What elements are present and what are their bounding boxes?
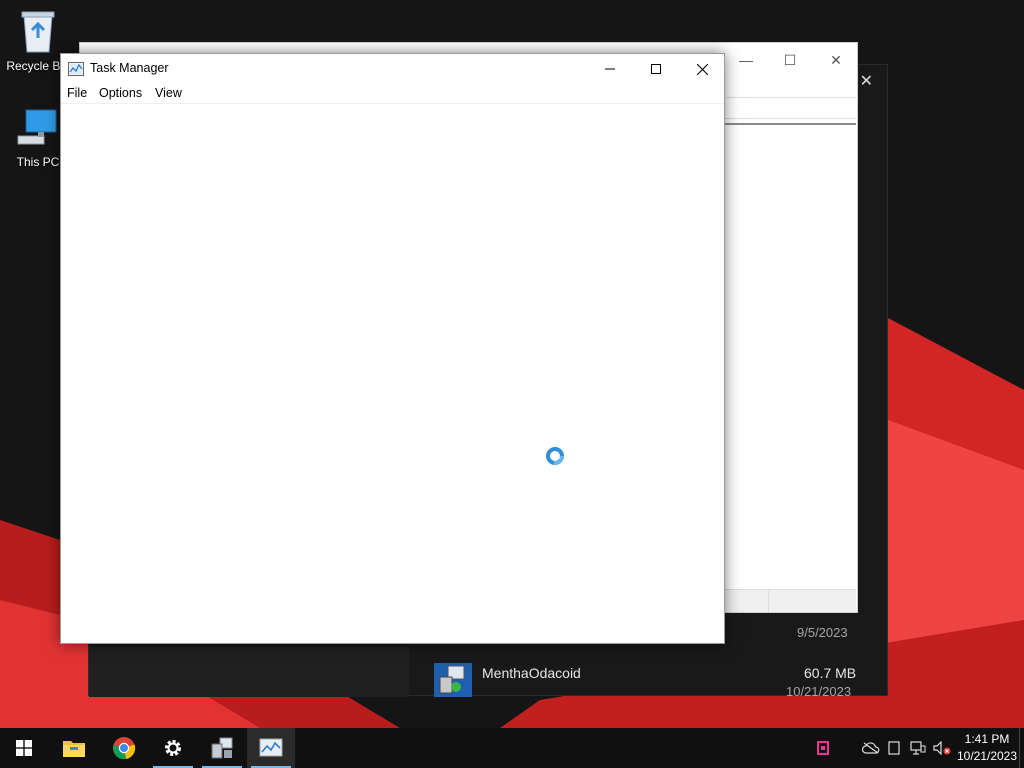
- taskbar-network-installer[interactable]: [198, 728, 246, 768]
- chrome-icon: [113, 737, 136, 760]
- close-icon: [696, 63, 708, 75]
- clock-date: 10/21/2023: [956, 749, 1018, 763]
- computer-icon: [17, 109, 57, 145]
- network-installer-icon: [211, 737, 233, 759]
- menu-options[interactable]: Options: [99, 86, 142, 100]
- close-button[interactable]: [679, 54, 725, 84]
- tray-network[interactable]: [906, 728, 930, 768]
- taskbar-settings[interactable]: [149, 728, 197, 768]
- tray-device[interactable]: [884, 728, 904, 768]
- file-explorer-icon: [63, 741, 85, 757]
- status-bar: [724, 589, 856, 612]
- app-tray-icon: [817, 741, 829, 755]
- installer-file-icon: [434, 663, 472, 697]
- taskbar-file-explorer[interactable]: [50, 728, 98, 768]
- clock-time: 1:41 PM: [964, 732, 1010, 746]
- file-date: 10/21/2023: [786, 684, 852, 699]
- window-title: Task Manager: [90, 61, 169, 75]
- taskbar-chrome[interactable]: [100, 728, 148, 768]
- taskbar-clock[interactable]: 1:41 PM 10/21/2023: [952, 731, 1022, 765]
- close-button[interactable]: ✕: [814, 47, 858, 73]
- tray-app[interactable]: [812, 728, 834, 768]
- maximize-button[interactable]: ☐: [768, 47, 812, 73]
- column-header-divider: [724, 123, 856, 125]
- tray-network-offline[interactable]: [860, 728, 882, 768]
- loading-spinner-icon: [546, 447, 564, 465]
- file-name[interactable]: MenthaOdacoid: [482, 665, 581, 681]
- status-divider: [768, 590, 769, 612]
- minimize-button[interactable]: [587, 54, 633, 84]
- menu-view[interactable]: View: [155, 86, 182, 100]
- task-manager-window[interactable]: Task Manager File Options View: [60, 53, 725, 644]
- title-bar[interactable]: Task Manager: [61, 54, 724, 84]
- file-size: 60.7 MB: [804, 665, 857, 681]
- minimize-button[interactable]: —: [724, 47, 768, 73]
- tablet-icon: [888, 741, 900, 755]
- taskbar: 1:41 PM 10/21/2023: [0, 728, 1024, 768]
- settings-icon: [165, 740, 181, 756]
- navigation-pane: [89, 647, 409, 697]
- taskbar-task-manager[interactable]: [247, 728, 295, 768]
- minimize-icon: [605, 68, 615, 70]
- network-icon: [910, 741, 926, 755]
- address-bar[interactable]: [724, 97, 858, 119]
- start-button[interactable]: [0, 728, 48, 768]
- cloud-offline-icon: [862, 742, 880, 754]
- menu-bar: File Options View: [61, 84, 724, 104]
- maximize-button[interactable]: [633, 54, 679, 84]
- recycle-bin-icon: [21, 11, 55, 53]
- file-date: 9/5/2023: [797, 625, 848, 640]
- menu-file[interactable]: File: [67, 86, 87, 100]
- task-manager-icon: [68, 62, 84, 76]
- task-manager-icon: [259, 738, 283, 757]
- close-icon[interactable]: ✕: [860, 71, 873, 91]
- volume-muted-icon: [933, 741, 951, 755]
- menu-divider: [61, 103, 724, 104]
- tray-volume[interactable]: [930, 728, 954, 768]
- start-icon: [16, 740, 32, 756]
- maximize-icon: [651, 64, 661, 74]
- show-desktop-button[interactable]: [1019, 728, 1024, 768]
